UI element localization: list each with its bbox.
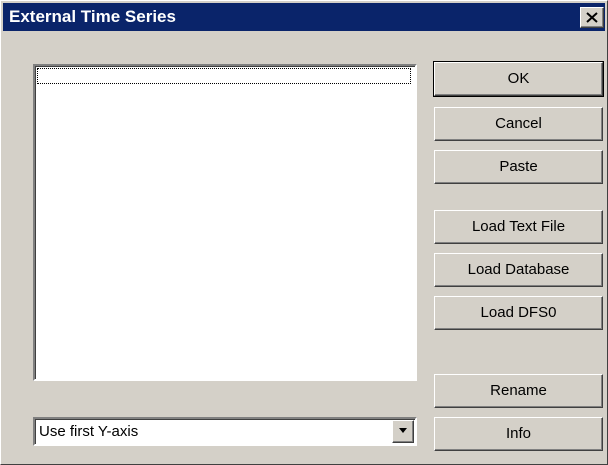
load-database-button[interactable]: Load Database — [434, 253, 603, 287]
chevron-down-icon — [399, 428, 407, 433]
window-title: External Time Series — [9, 7, 176, 26]
load-text-file-button[interactable]: Load Text File — [434, 210, 603, 244]
info-button[interactable]: Info — [434, 417, 603, 451]
close-button[interactable] — [580, 7, 604, 28]
cancel-button[interactable]: Cancel — [434, 107, 603, 141]
y-axis-select-value: Use first Y-axis — [39, 423, 139, 440]
time-series-list[interactable] — [33, 64, 417, 381]
ok-button[interactable]: OK — [433, 61, 604, 97]
y-axis-select[interactable]: Use first Y-axis — [33, 417, 417, 446]
paste-button[interactable]: Paste — [434, 150, 603, 184]
title-bar: External Time Series — [3, 3, 605, 31]
y-axis-dropdown-button[interactable] — [392, 420, 414, 443]
close-icon — [586, 12, 598, 23]
external-time-series-dialog: External Time Series Use first Y-axis OK… — [0, 0, 608, 465]
rename-button[interactable]: Rename — [434, 374, 603, 408]
load-dfs0-button[interactable]: Load DFS0 — [434, 296, 603, 330]
list-focus-row[interactable] — [37, 68, 411, 84]
